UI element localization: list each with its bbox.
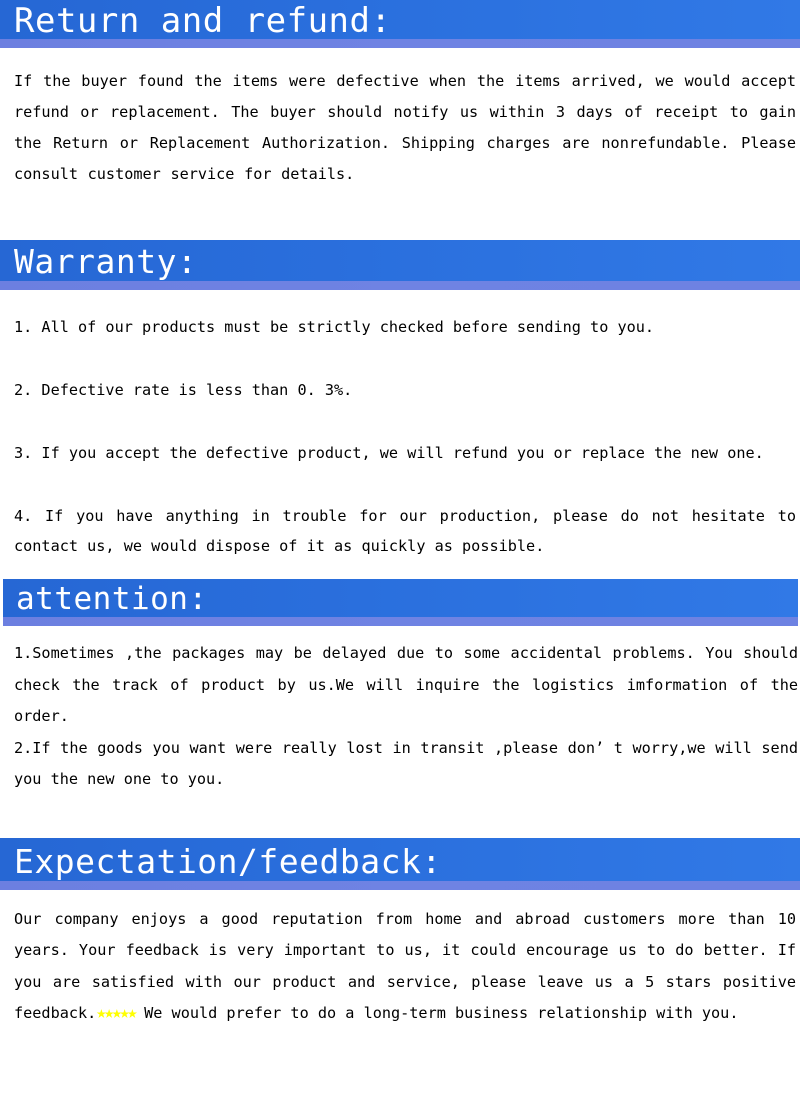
attention-body: 1.Sometimes ,the packages may be delayed… — [0, 638, 800, 796]
banner-accent-strip — [3, 617, 798, 626]
expectation-text-after-stars: We would prefer to do a long-term busine… — [134, 1004, 739, 1022]
product-policy-page: Return and refund: If the buyer found th… — [0, 0, 800, 1113]
banner-accent-strip — [0, 39, 800, 48]
warranty-item: 1. All of our products must be strictly … — [14, 318, 655, 336]
expectation-feedback-body: Our company enjoys a good reputation fro… — [0, 904, 800, 1030]
warranty-item: 3. If you accept the defective product, … — [14, 444, 764, 462]
section-banner-attention: attention: — [3, 579, 798, 626]
banner-accent-strip — [0, 281, 800, 290]
section-heading-attention: attention: — [16, 581, 208, 617]
section-banner-warranty: Warranty: — [0, 240, 800, 290]
section-heading-expectation-feedback: Expectation/feedback: — [14, 841, 442, 881]
return-and-refund-body: If the buyer found the items were defect… — [0, 66, 800, 190]
section-heading-warranty: Warranty: — [14, 242, 198, 281]
section-banner-expectation-feedback: Expectation/feedback: — [0, 837, 800, 890]
five-star-rating-icon: ★★★★★ — [96, 1003, 137, 1023]
warranty-item: 2. Defective rate is less than 0. 3%. — [14, 381, 353, 399]
return-policy-paragraph: If the buyer found the items were defect… — [14, 72, 796, 183]
attention-item: 2.If the goods you want were really lost… — [14, 738, 798, 789]
warranty-body: 1. All of our products must be strictly … — [0, 312, 800, 561]
warranty-item: 4. If you have anything in trouble for o… — [14, 507, 796, 555]
section-banner-return-and-refund: Return and refund: — [0, 0, 800, 48]
expectation-paragraph: Our company enjoys a good reputation fro… — [14, 904, 796, 1030]
attention-item: 1.Sometimes ,the packages may be delayed… — [14, 644, 798, 725]
section-heading-return-and-refund: Return and refund: — [14, 1, 392, 41]
banner-accent-strip — [0, 880, 800, 890]
